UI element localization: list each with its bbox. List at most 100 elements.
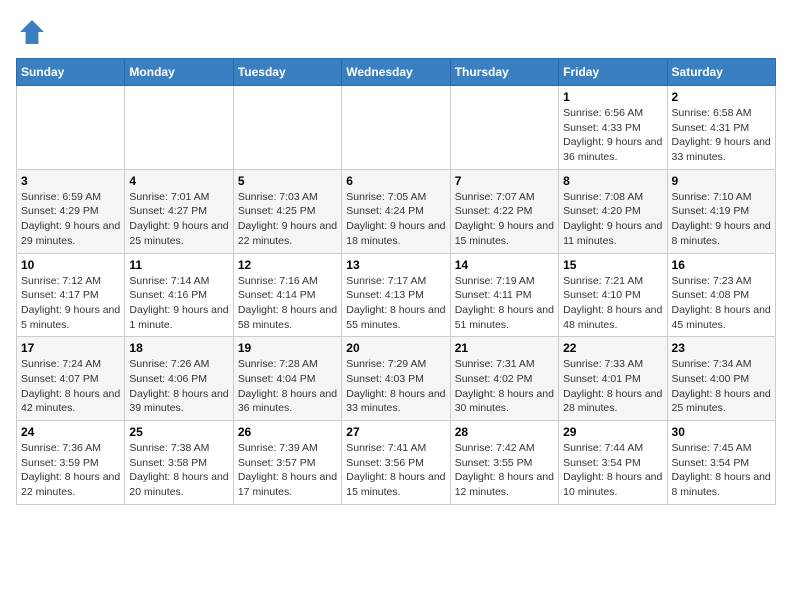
calendar-cell: 4Sunrise: 7:01 AM Sunset: 4:27 PM Daylig…	[125, 169, 233, 253]
day-info: Sunrise: 7:31 AM Sunset: 4:02 PM Dayligh…	[455, 357, 554, 416]
calendar-cell: 8 Sunrise: 7:08 AM Sunset: 4:20 PM Daylig…	[559, 169, 667, 253]
calendar-cell	[125, 86, 233, 170]
day-info: Sunrise: 7:19 AM Sunset: 4:11 PM Dayligh…	[455, 274, 554, 333]
calendar-cell: 28 Sunrise: 7:42 AM Sunset: 3:55 PM Dayli…	[450, 421, 558, 505]
day-info: Sunrise: 7:34 AM Sunset: 4:00 PM Dayligh…	[672, 357, 771, 416]
day-of-week-header: Saturday	[667, 59, 775, 86]
calendar-cell: 12 Sunrise: 7:16 AM Sunset: 4:14 PM Dayli…	[233, 253, 341, 337]
calendar-cell: 27 Sunrise: 7:41 AM Sunset: 3:56 PM Dayli…	[342, 421, 450, 505]
calendar-cell	[17, 86, 125, 170]
calendar-cell: 25Sunrise: 7:38 AM Sunset: 3:58 PM Dayli…	[125, 421, 233, 505]
day-info: Sunrise: 7:16 AM Sunset: 4:14 PM Dayligh…	[238, 274, 337, 333]
day-info: Sunrise: 7:21 AM Sunset: 4:10 PM Dayligh…	[563, 274, 662, 333]
calendar-cell	[450, 86, 558, 170]
day-info: Sunrise: 6:59 AM Sunset: 4:29 PM Dayligh…	[21, 190, 120, 249]
calendar-cell: 29 Sunrise: 7:44 AM Sunset: 3:54 PM Dayli…	[559, 421, 667, 505]
day-of-week-header: Friday	[559, 59, 667, 86]
day-number: 25	[129, 425, 228, 439]
calendar-cell: 3 Sunrise: 6:59 AM Sunset: 4:29 PM Daylig…	[17, 169, 125, 253]
day-number: 21	[455, 341, 554, 355]
calendar-cell: 16Sunrise: 7:23 AM Sunset: 4:08 PM Dayli…	[667, 253, 775, 337]
day-info: Sunrise: 7:08 AM Sunset: 4:20 PM Dayligh…	[563, 190, 662, 249]
day-info: Sunrise: 7:17 AM Sunset: 4:13 PM Dayligh…	[346, 274, 445, 333]
day-number: 8	[563, 174, 662, 188]
calendar-cell: 20 Sunrise: 7:29 AM Sunset: 4:03 PM Dayli…	[342, 337, 450, 421]
calendar-header-row: SundayMondayTuesdayWednesdayThursdayFrid…	[17, 59, 776, 86]
day-number: 6	[346, 174, 445, 188]
day-number: 5	[238, 174, 337, 188]
day-number: 2	[672, 90, 771, 104]
day-number: 9	[672, 174, 771, 188]
day-number: 24	[21, 425, 120, 439]
day-number: 27	[346, 425, 445, 439]
day-number: 22	[563, 341, 662, 355]
header	[16, 16, 776, 48]
day-of-week-header: Tuesday	[233, 59, 341, 86]
day-number: 11	[129, 258, 228, 272]
calendar-cell: 2Sunrise: 6:58 AM Sunset: 4:31 PM Daylig…	[667, 86, 775, 170]
day-number: 7	[455, 174, 554, 188]
day-info: Sunrise: 7:05 AM Sunset: 4:24 PM Dayligh…	[346, 190, 445, 249]
day-info: Sunrise: 7:24 AM Sunset: 4:07 PM Dayligh…	[21, 357, 120, 416]
day-number: 23	[672, 341, 771, 355]
day-info: Sunrise: 7:44 AM Sunset: 3:54 PM Dayligh…	[563, 441, 662, 500]
day-number: 1	[563, 90, 662, 104]
calendar-cell: 7 Sunrise: 7:07 AM Sunset: 4:22 PM Daylig…	[450, 169, 558, 253]
day-number: 29	[563, 425, 662, 439]
day-info: Sunrise: 6:56 AM Sunset: 4:33 PM Dayligh…	[563, 106, 662, 165]
day-info: Sunrise: 7:41 AM Sunset: 3:56 PM Dayligh…	[346, 441, 445, 500]
logo-icon	[16, 16, 48, 48]
calendar-cell: 17Sunrise: 7:24 AM Sunset: 4:07 PM Dayli…	[17, 337, 125, 421]
calendar-cell: 22 Sunrise: 7:33 AM Sunset: 4:01 PM Dayli…	[559, 337, 667, 421]
calendar-cell: 6 Sunrise: 7:05 AM Sunset: 4:24 PM Daylig…	[342, 169, 450, 253]
calendar-cell: 19Sunrise: 7:28 AM Sunset: 4:04 PM Dayli…	[233, 337, 341, 421]
day-info: Sunrise: 7:03 AM Sunset: 4:25 PM Dayligh…	[238, 190, 337, 249]
calendar-cell: 24Sunrise: 7:36 AM Sunset: 3:59 PM Dayli…	[17, 421, 125, 505]
calendar-cell: 14 Sunrise: 7:19 AM Sunset: 4:11 PM Dayli…	[450, 253, 558, 337]
calendar-cell	[342, 86, 450, 170]
day-info: Sunrise: 7:39 AM Sunset: 3:57 PM Dayligh…	[238, 441, 337, 500]
day-of-week-header: Monday	[125, 59, 233, 86]
calendar-cell: 10 Sunrise: 7:12 AM Sunset: 4:17 PM Dayli…	[17, 253, 125, 337]
day-number: 10	[21, 258, 120, 272]
day-info: Sunrise: 7:29 AM Sunset: 4:03 PM Dayligh…	[346, 357, 445, 416]
calendar-cell: 9 Sunrise: 7:10 AM Sunset: 4:19 PM Daylig…	[667, 169, 775, 253]
calendar-week-row: 17Sunrise: 7:24 AM Sunset: 4:07 PM Dayli…	[17, 337, 776, 421]
day-of-week-header: Sunday	[17, 59, 125, 86]
calendar-cell: 1 Sunrise: 6:56 AM Sunset: 4:33 PM Daylig…	[559, 86, 667, 170]
calendar: SundayMondayTuesdayWednesdayThursdayFrid…	[16, 58, 776, 505]
calendar-cell: 30 Sunrise: 7:45 AM Sunset: 3:54 PM Dayli…	[667, 421, 775, 505]
day-number: 26	[238, 425, 337, 439]
day-info: Sunrise: 7:33 AM Sunset: 4:01 PM Dayligh…	[563, 357, 662, 416]
day-info: Sunrise: 7:23 AM Sunset: 4:08 PM Dayligh…	[672, 274, 771, 333]
day-number: 3	[21, 174, 120, 188]
calendar-cell	[233, 86, 341, 170]
day-number: 15	[563, 258, 662, 272]
day-number: 20	[346, 341, 445, 355]
day-number: 14	[455, 258, 554, 272]
day-info: Sunrise: 7:12 AM Sunset: 4:17 PM Dayligh…	[21, 274, 120, 333]
calendar-cell: 15 Sunrise: 7:21 AM Sunset: 4:10 PM Dayli…	[559, 253, 667, 337]
calendar-cell: 18 Sunrise: 7:26 AM Sunset: 4:06 PM Dayli…	[125, 337, 233, 421]
day-of-week-header: Thursday	[450, 59, 558, 86]
day-number: 13	[346, 258, 445, 272]
day-number: 4	[129, 174, 228, 188]
calendar-cell: 13 Sunrise: 7:17 AM Sunset: 4:13 PM Dayli…	[342, 253, 450, 337]
day-number: 19	[238, 341, 337, 355]
day-number: 12	[238, 258, 337, 272]
day-number: 30	[672, 425, 771, 439]
day-number: 28	[455, 425, 554, 439]
calendar-cell: 5 Sunrise: 7:03 AM Sunset: 4:25 PM Daylig…	[233, 169, 341, 253]
calendar-cell: 11Sunrise: 7:14 AM Sunset: 4:16 PM Dayli…	[125, 253, 233, 337]
day-of-week-header: Wednesday	[342, 59, 450, 86]
day-info: Sunrise: 7:45 AM Sunset: 3:54 PM Dayligh…	[672, 441, 771, 500]
logo	[16, 16, 52, 48]
day-info: Sunrise: 7:26 AM Sunset: 4:06 PM Dayligh…	[129, 357, 228, 416]
day-number: 18	[129, 341, 228, 355]
calendar-cell: 26 Sunrise: 7:39 AM Sunset: 3:57 PM Dayli…	[233, 421, 341, 505]
calendar-cell: 21 Sunrise: 7:31 AM Sunset: 4:02 PM Dayli…	[450, 337, 558, 421]
calendar-week-row: 24Sunrise: 7:36 AM Sunset: 3:59 PM Dayli…	[17, 421, 776, 505]
day-info: Sunrise: 7:42 AM Sunset: 3:55 PM Dayligh…	[455, 441, 554, 500]
day-info: Sunrise: 7:07 AM Sunset: 4:22 PM Dayligh…	[455, 190, 554, 249]
day-info: Sunrise: 7:10 AM Sunset: 4:19 PM Dayligh…	[672, 190, 771, 249]
